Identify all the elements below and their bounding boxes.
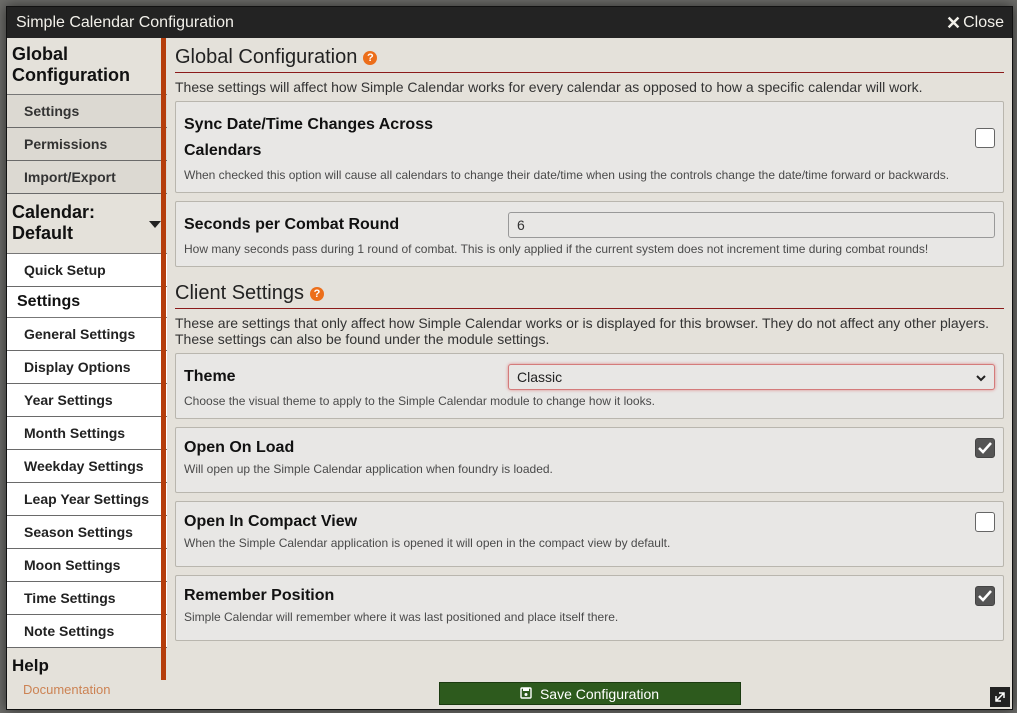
combat-seconds-input[interactable]: [508, 212, 995, 238]
sidebar-item-weekday-settings[interactable]: Weekday Settings: [7, 450, 167, 483]
close-label: Close: [963, 13, 1004, 31]
sidebar-item-general-settings[interactable]: General Settings: [7, 318, 167, 351]
sidebar-item-season-settings[interactable]: Season Settings: [7, 516, 167, 549]
sidebar-divider[interactable]: [161, 38, 166, 680]
close-icon: ✕: [946, 12, 962, 33]
sidebar-item-month-settings[interactable]: Month Settings: [7, 417, 167, 450]
help-icon[interactable]: ?: [363, 50, 378, 65]
theme-select[interactable]: Classic: [508, 364, 995, 390]
remember-note: Simple Calendar will remember where it w…: [184, 610, 619, 624]
theme-note: Choose the visual theme to apply to the …: [184, 394, 655, 408]
sidebar-item-permissions[interactable]: Permissions: [7, 128, 167, 161]
compact-checkbox[interactable]: [975, 512, 995, 532]
save-icon: [520, 686, 532, 702]
open-load-setting-card: Open On Load Will open up the Simple Cal…: [175, 427, 1004, 493]
check-icon: [978, 590, 992, 602]
save-label: Save Configuration: [539, 685, 660, 702]
save-configuration-button[interactable]: Save Configuration: [438, 682, 741, 705]
title-bar[interactable]: Simple Calendar Configuration ✕ Close: [7, 7, 1012, 38]
open-load-checkbox[interactable]: [975, 438, 995, 458]
calendar-heading-label: Calendar: Default: [12, 202, 96, 243]
sidebar-documentation-link[interactable]: Documentation: [7, 676, 167, 703]
sidebar-item-year-settings[interactable]: Year Settings: [7, 384, 167, 417]
sidebar-item-moon-settings[interactable]: Moon Settings: [7, 549, 167, 582]
open-load-note: Will open up the Simple Calendar applica…: [184, 462, 553, 476]
sync-checkbox[interactable]: [975, 128, 995, 148]
sidebar-item-settings[interactable]: Settings: [7, 95, 167, 128]
global-title-text: Global Configuration: [175, 46, 358, 68]
sidebar-item-import-export[interactable]: Import/Export: [7, 161, 167, 194]
close-button[interactable]: ✕ Close: [946, 14, 1004, 32]
sidebar-global-heading: Global Configuration: [7, 38, 167, 95]
sidebar-calendar-heading[interactable]: Calendar: Default: [7, 194, 167, 254]
sidebar-item-note-settings[interactable]: Note Settings: [7, 615, 167, 648]
combat-setting-card: Seconds per Combat Round How many second…: [175, 201, 1004, 267]
client-settings-desc: These are settings that only affect how …: [175, 315, 989, 347]
window-title: Simple Calendar Configuration: [16, 13, 234, 31]
global-config-desc: These settings will affect how Simple Ca…: [175, 79, 923, 95]
chevron-down-icon: [976, 369, 986, 385]
compact-setting-card: Open In Compact View When the Simple Cal…: [175, 501, 1004, 567]
config-window: Simple Calendar Configuration ✕ Close Gl…: [6, 6, 1013, 710]
open-load-label: Open On Load: [184, 439, 295, 456]
sidebar-item-quick-setup[interactable]: Quick Setup: [7, 254, 167, 287]
sidebar-item-time-settings[interactable]: Time Settings: [7, 582, 167, 615]
remember-label: Remember Position: [184, 587, 335, 604]
sync-note: When checked this option will cause all …: [184, 168, 950, 182]
sidebar-item-leap-year-settings[interactable]: Leap Year Settings: [7, 483, 167, 516]
sidebar-settings-heading: Settings: [7, 287, 167, 318]
help-icon[interactable]: ?: [309, 286, 324, 301]
theme-setting-card: Theme Classic Choose the visual theme to…: [175, 353, 1004, 419]
compact-label: Open In Compact View: [184, 513, 358, 530]
check-icon: [978, 442, 992, 454]
remember-checkbox[interactable]: [975, 586, 995, 606]
remember-setting-card: Remember Position Simple Calendar will r…: [175, 575, 1004, 641]
client-settings-title: Client Settings ?: [175, 282, 1004, 309]
chevron-down-icon: [149, 213, 161, 234]
main-content: Global Configuration ? These settings wi…: [175, 38, 1004, 678]
sync-label: Sync Date/Time Changes Across Calendars: [184, 116, 433, 159]
sidebar-help-heading: Help: [12, 656, 49, 675]
sync-setting-card: Sync Date/Time Changes Across Calendars …: [175, 101, 1004, 193]
sidebar: Global Configuration Settings Permission…: [7, 38, 167, 709]
theme-select-value: Classic: [517, 369, 563, 385]
compact-note: When the Simple Calendar application is …: [184, 536, 671, 550]
combat-note: How many seconds pass during 1 round of …: [184, 242, 929, 256]
sidebar-item-display-options[interactable]: Display Options: [7, 351, 167, 384]
resize-icon[interactable]: [990, 687, 1010, 707]
client-title-text: Client Settings: [175, 282, 304, 304]
footer: Save Configuration: [167, 678, 1012, 709]
combat-label: Seconds per Combat Round: [184, 216, 400, 233]
theme-label: Theme: [184, 368, 236, 385]
global-config-title: Global Configuration ?: [175, 46, 1004, 73]
